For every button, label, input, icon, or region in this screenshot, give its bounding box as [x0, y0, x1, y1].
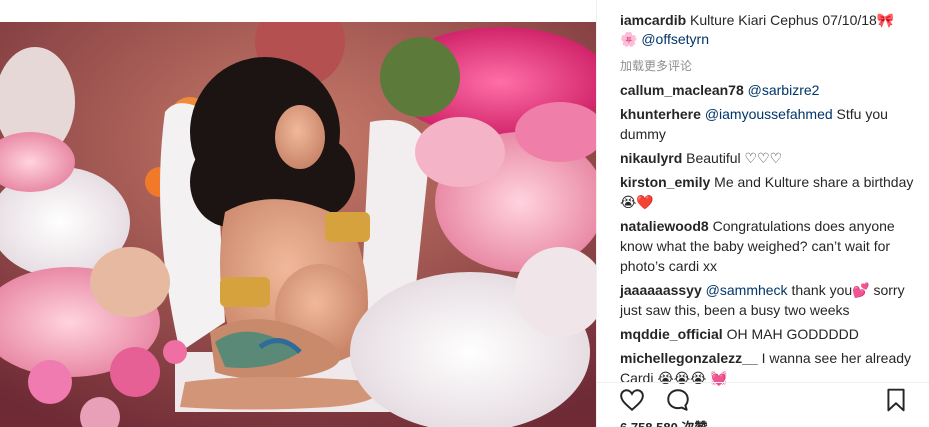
- photo-illustration: [0, 22, 596, 427]
- comment-item: khunterhere @iamyoussefahmed Stfu you du…: [620, 104, 920, 144]
- ribbon-icon: 🎀: [876, 12, 895, 28]
- comment-username[interactable]: callum_maclean78: [620, 82, 744, 98]
- save-button[interactable]: [883, 387, 909, 413]
- comment-icon: [667, 389, 689, 411]
- comment-text: OH MAH GODDDDD: [726, 326, 859, 342]
- load-more-comments[interactable]: 加载更多评论: [620, 57, 692, 74]
- caption-mention[interactable]: @offsetyrn: [641, 31, 709, 47]
- comment-mention[interactable]: @sammheck: [706, 282, 788, 298]
- post-sidebar: iamcardib Kulture Kiari Cephus 07/10/18🎀…: [596, 0, 929, 427]
- comment-item: nataliewood8 Congratulations does anyone…: [620, 216, 920, 276]
- comment-item: callum_maclean78 @sarbizre2: [620, 80, 920, 100]
- comment-item: mqddie_official OH MAH GODDDDD: [620, 324, 920, 344]
- instagram-post: iamcardib Kulture Kiari Cephus 07/10/18🎀…: [0, 0, 929, 427]
- comment-username[interactable]: nikaulyrd: [620, 150, 682, 166]
- comment-mention[interactable]: @sarbizre2: [748, 82, 820, 98]
- action-bar: [597, 382, 929, 415]
- comment-text: Beautiful ♡♡♡: [686, 150, 783, 166]
- comment-username[interactable]: michellegonzalezz__: [620, 350, 758, 366]
- comment-item: kirston_emily Me and Kulture share a bir…: [620, 172, 920, 212]
- comment-item: jaaaaaassyy @sammheck thank you💕 sorry j…: [620, 280, 920, 320]
- post-caption: iamcardib Kulture Kiari Cephus 07/10/18🎀…: [620, 11, 920, 49]
- comment-list: callum_maclean78 @sarbizre2 khunterhere …: [620, 80, 920, 392]
- comment-item: nikaulyrd Beautiful ♡♡♡: [620, 148, 920, 168]
- like-count[interactable]: 6,758,580 次赞: [620, 417, 707, 427]
- comment-mention[interactable]: @iamyoussefahmed: [705, 106, 833, 122]
- post-photo[interactable]: [0, 22, 596, 427]
- caption-text: Kulture Kiari Cephus 07/10/18: [690, 12, 877, 28]
- author-username[interactable]: iamcardib: [620, 12, 686, 28]
- comment-username[interactable]: nataliewood8: [620, 218, 709, 234]
- comment-username[interactable]: khunterhere: [620, 106, 701, 122]
- comment-button[interactable]: [665, 387, 691, 413]
- bookmark-icon: [887, 388, 905, 412]
- comment-username[interactable]: mqddie_official: [620, 326, 723, 342]
- heart-icon: [620, 389, 644, 412]
- like-button[interactable]: [619, 387, 645, 413]
- flower-icon: 🌸: [620, 31, 638, 47]
- comment-username[interactable]: jaaaaaassyy: [620, 282, 702, 298]
- comment-username[interactable]: kirston_emily: [620, 174, 710, 190]
